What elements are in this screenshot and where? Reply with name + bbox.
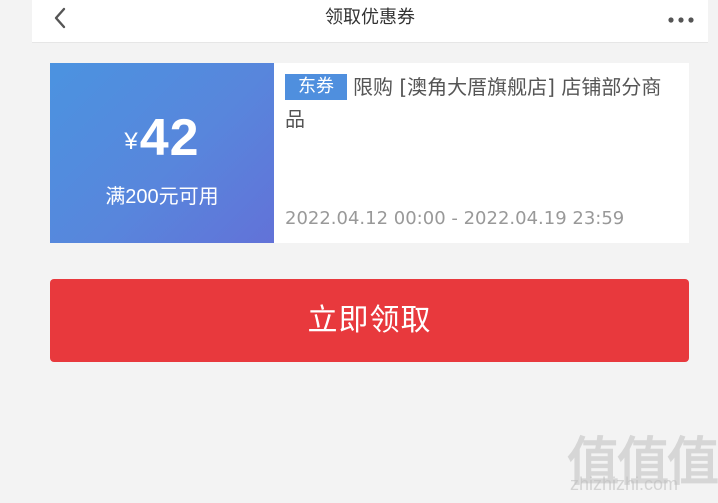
coupon-card: ¥42 满200元可用 东券 限购 [澳角大厝旗舰店] 店铺部分商品 2022.0… [50,63,689,243]
coupon-description-block: 东券 限购 [澳角大厝旗舰店] 店铺部分商品 [285,71,679,135]
coupon-amount-row: ¥42 [50,108,274,168]
coupon-amount: 42 [139,109,200,167]
coupon-condition: 满200元可用 [105,186,219,208]
more-button[interactable] [666,8,696,28]
claim-button[interactable]: 立即领取 [50,279,689,362]
page-title: 领取优惠券 [325,7,415,28]
top-nav-bar: 领取优惠券 [32,0,708,43]
watermark-url: zhizhizhi.com [570,474,679,494]
currency-symbol: ¥ [124,128,138,155]
more-dots-icon [667,9,695,28]
coupon-value-panel: ¥42 满200元可用 [50,63,274,243]
coupon-validity: 2022.04.12 00:00 - 2022.04.19 23:59 [285,208,625,229]
page: 领取优惠券 ¥42 满200元可用 东券限购 [澳角大厝旗舰店] 店铺部分商品 [0,0,718,503]
coupon-details: 东券 限购 [澳角大厝旗舰店] 店铺部分商品 2022.04.12 00:00 -… [274,63,689,243]
coupon-type-badge: 东券 [285,74,347,100]
